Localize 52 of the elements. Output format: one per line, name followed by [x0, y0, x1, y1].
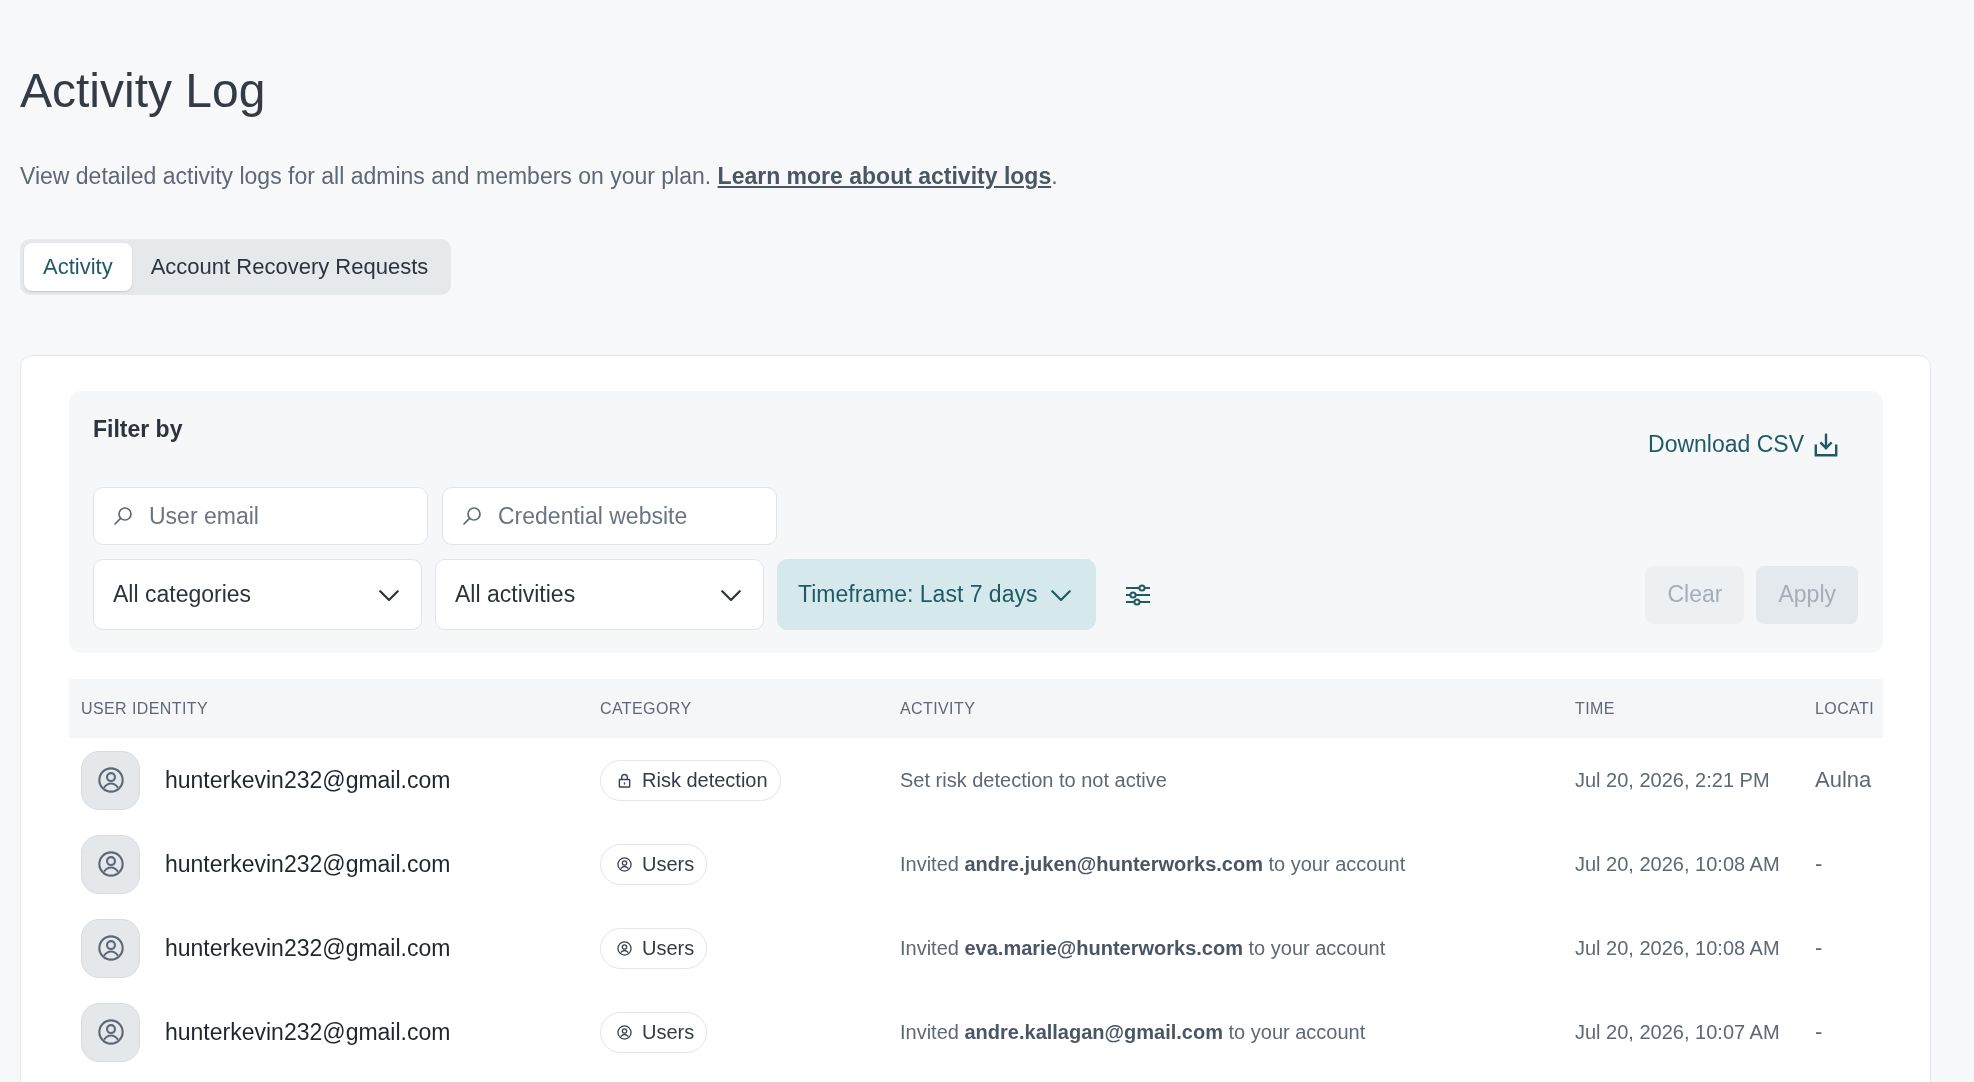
time-text: Jul 20, 2026, 10:07 AM: [1575, 1020, 1780, 1044]
time-text: Jul 20, 2026, 10:08 AM: [1575, 852, 1780, 876]
category-label: Users: [642, 1020, 695, 1044]
user-icon: [617, 940, 632, 956]
time-text: Jul 20, 2026, 2:21 PM: [1575, 768, 1770, 792]
search-icon: [462, 506, 482, 526]
category-label: Risk detection: [642, 768, 768, 792]
activity-text: Invited eva.marie@hunterworks.com to your account: [900, 936, 1386, 960]
filter-title: Filter by: [93, 415, 183, 443]
chevron-down-icon: [721, 588, 741, 601]
sliders-icon[interactable]: [1125, 583, 1152, 606]
activity-text: Invited andre.juken@hunterworks.com to your account: [900, 852, 1406, 876]
column-header: ACTIVITY: [899, 699, 977, 718]
chevron-down-icon: [379, 588, 399, 601]
user-email: hunterkevin232@gmail.com: [165, 850, 451, 878]
search-icon: [113, 506, 133, 526]
location-text: -: [1815, 935, 1823, 961]
dropdown[interactable]: All activities: [435, 559, 764, 630]
download-icon: [1814, 432, 1838, 457]
user-avatar-icon: [81, 834, 140, 894]
user-avatar-icon: [81, 1002, 140, 1062]
category-label: Users: [642, 852, 695, 876]
column-header: USER IDENTITY: [80, 699, 209, 718]
column-header: CATEGORY: [599, 699, 693, 718]
user-avatar-icon: [81, 750, 140, 810]
column-header: TIME: [1574, 699, 1616, 718]
location-text: -: [1815, 851, 1823, 877]
learn-more-link[interactable]: Learn more about activity logs: [717, 163, 1052, 189]
location-text: -: [1815, 1019, 1823, 1045]
user-email: hunterkevin232@gmail.com: [165, 1018, 451, 1046]
user-email: hunterkevin232@gmail.com: [165, 766, 451, 794]
location-text: Aulna: [1815, 767, 1872, 793]
download-csv-button[interactable]: Download CSV: [1648, 431, 1838, 458]
activity-text: Set risk detection to not active: [900, 768, 1167, 792]
category-label: Users: [642, 936, 695, 960]
search-field[interactable]: Credential website: [442, 487, 777, 545]
chevron-down-icon: [1051, 588, 1072, 601]
time-text: Jul 20, 2026, 10:08 AM: [1575, 936, 1780, 960]
tab[interactable]: Account Recovery Requests: [131, 243, 448, 291]
description-text: View detailed activity logs for all admins and members on your plan. Learn more about activity logs.: [20, 162, 1059, 190]
column-header: LOCATI: [1814, 699, 1875, 718]
user-icon: [617, 1024, 632, 1040]
user-email: hunterkevin232@gmail.com: [165, 934, 451, 962]
page-title: Activity Log: [20, 63, 267, 119]
dropdown[interactable]: Timeframe: Last 7 days: [777, 559, 1097, 630]
user-icon: [617, 856, 632, 872]
lock-icon: [617, 772, 632, 788]
activity-text: Invited andre.kallagan@gmail.com to your account: [900, 1020, 1366, 1044]
dropdown[interactable]: All categories: [93, 559, 422, 630]
user-avatar-icon: [81, 918, 140, 978]
search-field[interactable]: User email: [93, 487, 428, 545]
tab[interactable]: Activity: [24, 243, 132, 291]
